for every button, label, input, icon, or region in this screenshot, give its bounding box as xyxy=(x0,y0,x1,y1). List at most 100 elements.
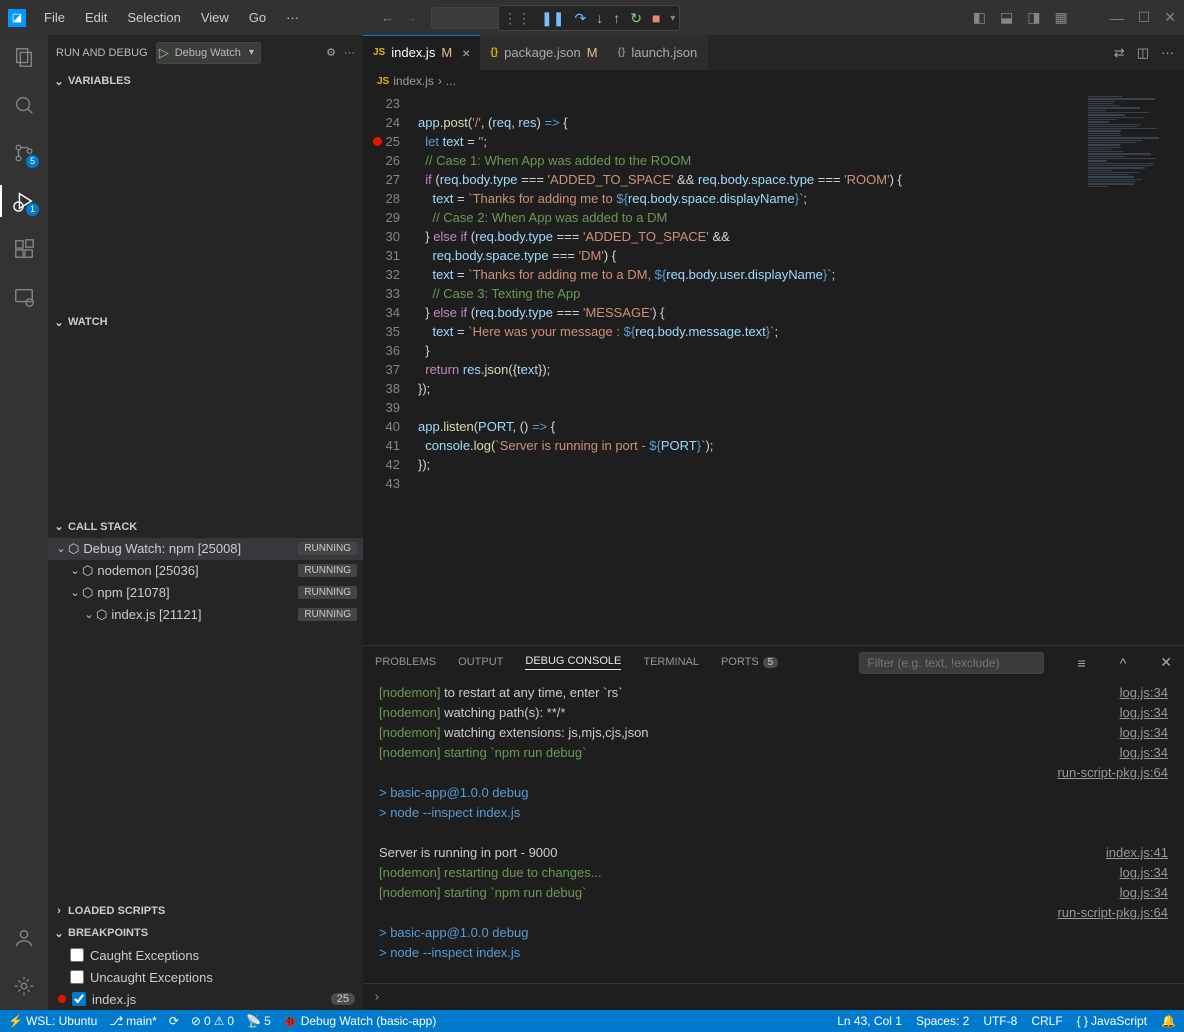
status-debug-target[interactable]: 🐞Debug Watch (basic-app) xyxy=(283,1014,437,1028)
window-minimize-icon[interactable]: — xyxy=(1110,10,1124,26)
layout-sidebar-icon[interactable]: ◨ xyxy=(1027,9,1040,26)
status-spaces[interactable]: Spaces: 2 xyxy=(916,1014,969,1028)
chevron-down-icon: ⌄ xyxy=(52,520,66,533)
debug-console-output[interactable]: [nodemon] to restart at any time, enter … xyxy=(363,679,1184,983)
section-watch[interactable]: ⌄WATCH xyxy=(48,311,363,333)
title-actions: ◧ ⬓ ◨ ▦ — ☐ ✕ xyxy=(973,9,1176,26)
debug-pause-icon[interactable]: ❚❚ xyxy=(541,10,564,27)
menu-go[interactable]: Go xyxy=(241,6,274,29)
callstack-item[interactable]: ⌄⬡Debug Watch: npm [25008]RUNNING xyxy=(48,538,363,560)
console-source-link[interactable]: log.js:34 xyxy=(1120,703,1184,723)
debug-restart-icon[interactable]: ↻ xyxy=(630,10,642,27)
bp-file-entry[interactable]: index.js25 xyxy=(48,988,363,1010)
console-source-link[interactable]: run-script-pkg.js:64 xyxy=(1057,763,1184,783)
breakpoint-dot-icon[interactable] xyxy=(373,137,382,146)
panel-tab-debugconsole[interactable]: DEBUG CONSOLE xyxy=(525,655,621,670)
bp-caught-exceptions[interactable]: Caught Exceptions xyxy=(48,944,363,966)
panel-tab-output[interactable]: OUTPUT xyxy=(458,656,503,670)
panel-tab-terminal[interactable]: TERMINAL xyxy=(643,656,699,670)
debug-stepover-icon[interactable]: ↷ xyxy=(574,10,586,27)
section-variables[interactable]: ⌄VARIABLES xyxy=(48,70,363,92)
status-encoding[interactable]: UTF-8 xyxy=(983,1014,1017,1028)
more-actions-icon[interactable]: ··· xyxy=(344,47,355,59)
debug-stepinto-icon[interactable]: ↓ xyxy=(596,10,603,26)
bp-uncaught-checkbox[interactable] xyxy=(70,970,84,984)
layout-panel-icon[interactable]: ⬓ xyxy=(1000,9,1013,26)
console-source-link[interactable]: log.js:34 xyxy=(1120,723,1184,743)
compare-changes-icon[interactable]: ⇄ xyxy=(1114,45,1125,61)
tab-modified-indicator: M xyxy=(587,45,598,60)
console-source-link[interactable]: run-script-pkg.js:64 xyxy=(1057,903,1184,923)
section-breakpoints[interactable]: ⌄BREAKPOINTS xyxy=(48,922,363,944)
panel-clear-icon[interactable]: ≡ xyxy=(1078,655,1086,671)
panel-tab-problems[interactable]: PROBLEMS xyxy=(375,656,436,670)
debug-stop-icon[interactable]: ■ xyxy=(652,10,660,26)
status-sync[interactable]: ⟳ xyxy=(169,1014,179,1028)
debug-filter-input[interactable] xyxy=(859,652,1044,674)
activity-settings-icon[interactable] xyxy=(12,974,36,998)
menu-more[interactable]: ··· xyxy=(278,6,307,29)
nav-forward-icon[interactable]: → xyxy=(404,10,417,25)
activity-search-icon[interactable] xyxy=(12,93,36,117)
console-line xyxy=(379,963,1184,983)
callstack-item[interactable]: ⌄⬡nodemon [25036]RUNNING xyxy=(48,560,363,582)
console-source-link[interactable]: log.js:34 xyxy=(1120,683,1184,703)
layout-editor-icon[interactable]: ◧ xyxy=(973,9,986,26)
debug-dropdown-icon[interactable]: ▾ xyxy=(670,13,675,24)
minimap[interactable] xyxy=(1084,92,1184,645)
nav-back-icon[interactable]: ← xyxy=(381,10,394,25)
console-source-link[interactable]: log.js:34 xyxy=(1120,883,1184,903)
panel-maximize-icon[interactable]: ^ xyxy=(1120,655,1127,671)
bp-file-checkbox[interactable] xyxy=(72,992,86,1006)
console-source-link[interactable]: log.js:34 xyxy=(1120,743,1184,763)
bp-caught-checkbox[interactable] xyxy=(70,948,84,962)
activity-debug-icon[interactable]: 1 xyxy=(12,189,36,213)
activity-explorer-icon[interactable] xyxy=(12,45,36,69)
tab-close-icon[interactable]: × xyxy=(462,45,470,61)
window-close-icon[interactable]: ✕ xyxy=(1164,9,1176,26)
menu-edit[interactable]: Edit xyxy=(77,6,115,29)
bp-uncaught-exceptions[interactable]: Uncaught Exceptions xyxy=(48,966,363,988)
debug-console-input[interactable]: › xyxy=(363,983,1184,1010)
menu-selection[interactable]: Selection xyxy=(119,6,188,29)
status-lncol[interactable]: Ln 43, Col 1 xyxy=(837,1014,902,1028)
status-remote[interactable]: ⚡WSL: Ubuntu xyxy=(8,1014,97,1028)
activity-extensions-icon[interactable] xyxy=(12,237,36,261)
editor-gutter[interactable]: 2324252627282930313233343536373839404142… xyxy=(363,92,418,645)
activity-scm-icon[interactable]: 5 xyxy=(12,141,36,165)
more-actions-icon[interactable]: ··· xyxy=(1161,45,1174,60)
status-ports[interactable]: 📡5 xyxy=(246,1014,271,1028)
status-feedback[interactable]: 🔔 xyxy=(1161,1014,1176,1028)
debug-config-selector[interactable]: ▷ Debug Watch ▾ xyxy=(156,42,261,64)
debug-stepout-icon[interactable]: ↑ xyxy=(613,10,620,26)
menu-file[interactable]: File xyxy=(36,6,73,29)
callstack-item[interactable]: ⌄⬡npm [21078]RUNNING xyxy=(48,582,363,604)
menu-view[interactable]: View xyxy=(193,6,237,29)
callstack-item[interactable]: ⌄⬡index.js [21121]RUNNING xyxy=(48,604,363,626)
panel-tab-ports[interactable]: PORTS5 xyxy=(721,656,778,670)
start-debug-icon[interactable]: ▷ xyxy=(159,45,169,61)
status-branch[interactable]: ⎇main* xyxy=(109,1014,157,1028)
editor-tab[interactable]: {}package.jsonM xyxy=(480,35,607,70)
activity-account-icon[interactable] xyxy=(12,926,36,950)
breadcrumbs[interactable]: JS index.js › ... xyxy=(363,70,1184,92)
layout-customize-icon[interactable]: ▦ xyxy=(1054,9,1067,26)
status-eol[interactable]: CRLF xyxy=(1031,1014,1062,1028)
editor-code[interactable]: app.post('/', (req, res) => { let text =… xyxy=(418,92,1084,645)
editor-tab[interactable]: JSindex.jsM× xyxy=(363,35,480,70)
debug-grip-icon[interactable]: ⋮⋮ xyxy=(503,10,531,27)
window-maximize-icon[interactable]: ☐ xyxy=(1138,9,1151,26)
section-callstack[interactable]: ⌄CALL STACK xyxy=(48,516,363,538)
console-source-link[interactable]: log.js:34 xyxy=(1120,863,1184,883)
panel-close-icon[interactable]: ✕ xyxy=(1160,654,1172,671)
settings-gear-icon[interactable]: ⚙ xyxy=(326,46,336,59)
console-source-link[interactable]: index.js:41 xyxy=(1106,843,1184,863)
editor-tab[interactable]: {}launch.json xyxy=(608,35,708,70)
split-editor-icon[interactable]: ◫ xyxy=(1137,45,1149,61)
status-problems[interactable]: ⊘0⚠0 xyxy=(191,1014,234,1028)
status-language[interactable]: { }JavaScript xyxy=(1077,1014,1147,1028)
callstack-list: ⌄⬡Debug Watch: npm [25008]RUNNING⌄⬡nodem… xyxy=(48,538,363,626)
section-loaded-scripts[interactable]: ›LOADED SCRIPTS xyxy=(48,900,363,922)
editor-area[interactable]: 2324252627282930313233343536373839404142… xyxy=(363,92,1184,645)
activity-remote-icon[interactable] xyxy=(12,285,36,309)
